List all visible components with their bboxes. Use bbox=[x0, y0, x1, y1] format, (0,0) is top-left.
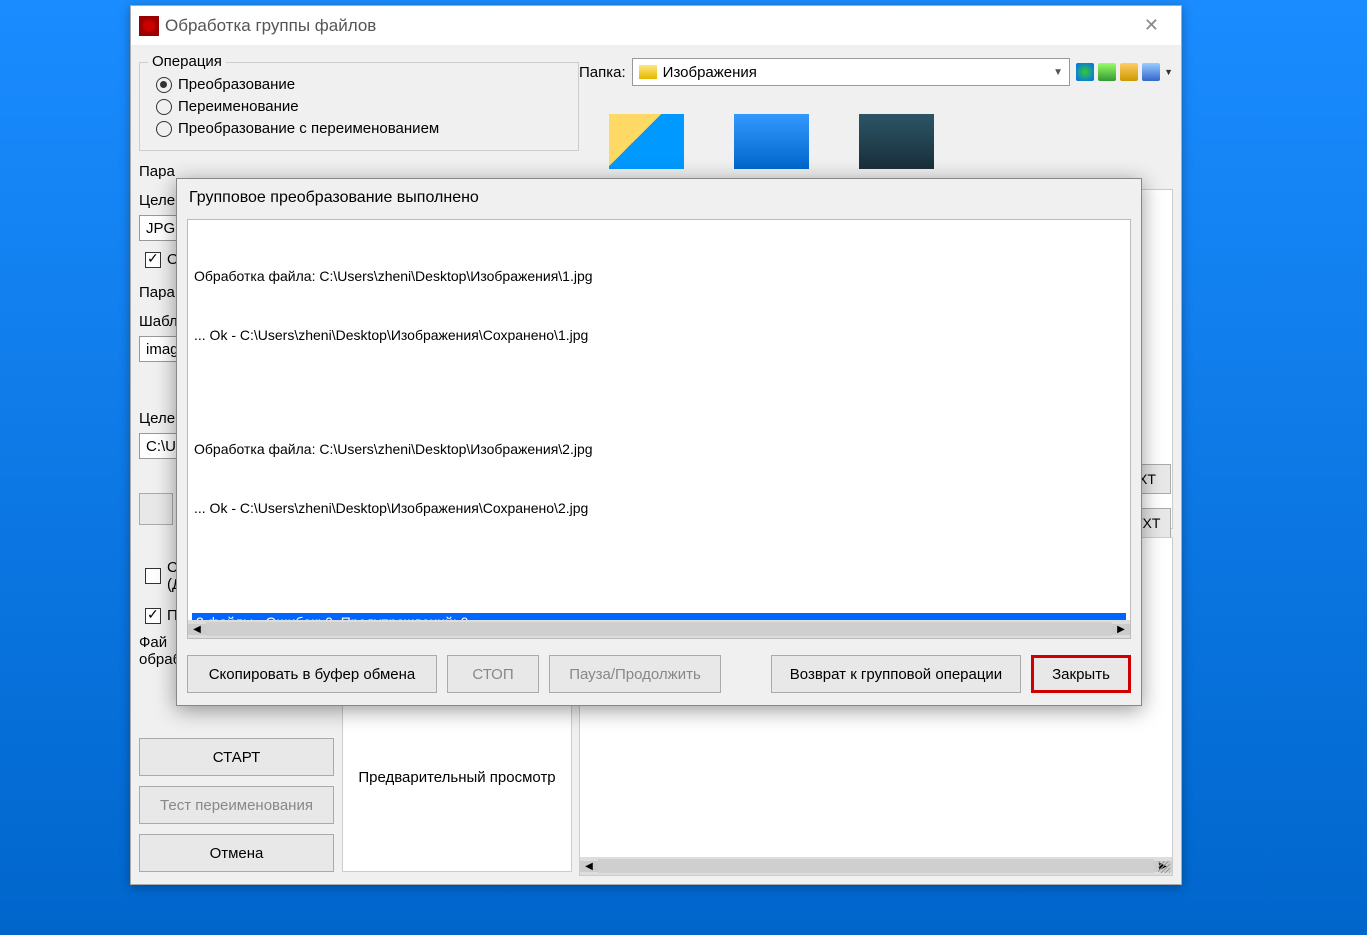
image-thumb-2[interactable] bbox=[859, 114, 934, 169]
return-button[interactable]: Возврат к групповой операции bbox=[771, 655, 1021, 693]
folder-selected-text: Изображения bbox=[663, 64, 1054, 81]
chevron-down-icon[interactable]: ▼ bbox=[1164, 67, 1173, 77]
new-folder-icon[interactable] bbox=[1120, 63, 1138, 81]
folder-label: Папка: bbox=[579, 64, 626, 81]
radio-convert-rename[interactable]: Преобразование с переименованием bbox=[150, 120, 568, 137]
window-title: Обработка группы файлов bbox=[165, 16, 376, 36]
log-text: Обработка файла: C:\Users\zheni\Desktop\… bbox=[188, 220, 1130, 639]
folder-thumb[interactable] bbox=[609, 114, 684, 169]
horizontal-scrollbar[interactable]: ◀ ▶ bbox=[580, 857, 1172, 875]
radio-rename[interactable]: Переименование bbox=[150, 98, 568, 115]
folder-select[interactable]: Изображения ▼ bbox=[632, 58, 1070, 86]
operation-group-title: Операция bbox=[148, 53, 226, 70]
scroll-right-icon[interactable]: ▶ bbox=[1112, 624, 1130, 635]
log-line: Обработка файла: C:\Users\zheni\Desktop\… bbox=[194, 267, 1124, 286]
dest-input[interactable]: C:\U bbox=[139, 433, 179, 459]
stop-button[interactable]: СТОП bbox=[447, 655, 539, 693]
action-buttons: СТАРТ Тест переименования Отмена bbox=[139, 738, 334, 872]
view-icon[interactable] bbox=[1142, 63, 1160, 81]
start-button[interactable]: СТАРТ bbox=[139, 738, 334, 776]
radio-label: Преобразование с переименованием bbox=[178, 120, 439, 137]
log-line: ... Ok - C:\Users\zheni\Desktop\Изображе… bbox=[194, 326, 1124, 345]
horizontal-scrollbar[interactable]: ◀ ▶ bbox=[188, 620, 1130, 638]
checkbox-icon bbox=[145, 608, 161, 624]
checkbox-icon bbox=[145, 568, 161, 584]
log-panel: Обработка файла: C:\Users\zheni\Desktop\… bbox=[187, 219, 1131, 639]
back-icon[interactable] bbox=[1076, 63, 1094, 81]
thumbnail-row bbox=[579, 94, 1173, 189]
cancel-button[interactable]: Отмена bbox=[139, 834, 334, 872]
radio-label: Преобразование bbox=[178, 76, 295, 93]
image-thumb-1[interactable] bbox=[734, 114, 809, 169]
close-button[interactable]: Закрыть bbox=[1031, 655, 1131, 693]
scroll-track[interactable] bbox=[206, 622, 1112, 636]
radio-icon bbox=[156, 121, 172, 137]
radio-convert[interactable]: Преобразование bbox=[150, 76, 568, 93]
folder-toolbar: ▼ bbox=[1076, 63, 1173, 81]
preview-label: Предварительный просмотр bbox=[358, 769, 555, 786]
folder-row: Папка: Изображения ▼ ▼ bbox=[579, 54, 1173, 94]
operation-group: Операция Преобразование Переименование П… bbox=[139, 62, 579, 151]
preview-panel: Предварительный просмотр bbox=[342, 682, 572, 872]
radio-label: Переименование bbox=[178, 98, 299, 115]
conversion-complete-dialog: Групповое преобразование выполнено Обраб… bbox=[176, 178, 1142, 706]
up-icon[interactable] bbox=[1098, 63, 1116, 81]
pattern-input[interactable]: imag bbox=[139, 336, 179, 362]
log-line: Обработка файла: C:\Users\zheni\Desktop\… bbox=[194, 440, 1124, 459]
resize-grip-icon[interactable] bbox=[1158, 861, 1170, 873]
browse-button[interactable] bbox=[139, 493, 173, 525]
radio-icon bbox=[156, 77, 172, 93]
format-select[interactable]: JPG bbox=[139, 215, 179, 241]
dialog-title: Групповое преобразование выполнено bbox=[177, 179, 1141, 217]
chevron-down-icon: ▼ bbox=[1053, 67, 1063, 78]
app-icon bbox=[139, 16, 159, 36]
scroll-left-icon[interactable]: ◀ bbox=[580, 861, 598, 872]
test-rename-button[interactable]: Тест переименования bbox=[139, 786, 334, 824]
folder-icon bbox=[639, 65, 657, 79]
checkbox-icon bbox=[145, 252, 161, 268]
radio-icon bbox=[156, 99, 172, 115]
titlebar: Обработка группы файлов ✕ bbox=[131, 6, 1181, 46]
scroll-left-icon[interactable]: ◀ bbox=[188, 624, 206, 635]
copy-clipboard-button[interactable]: Скопировать в буфер обмена bbox=[187, 655, 437, 693]
scroll-track[interactable] bbox=[598, 859, 1154, 873]
close-icon[interactable]: ✕ bbox=[1130, 11, 1173, 40]
pause-button[interactable]: Пауза/Продолжить bbox=[549, 655, 721, 693]
dialog-buttons: Скопировать в буфер обмена СТОП Пауза/Пр… bbox=[177, 643, 1141, 705]
log-line: ... Ok - C:\Users\zheni\Desktop\Изображе… bbox=[194, 499, 1124, 518]
